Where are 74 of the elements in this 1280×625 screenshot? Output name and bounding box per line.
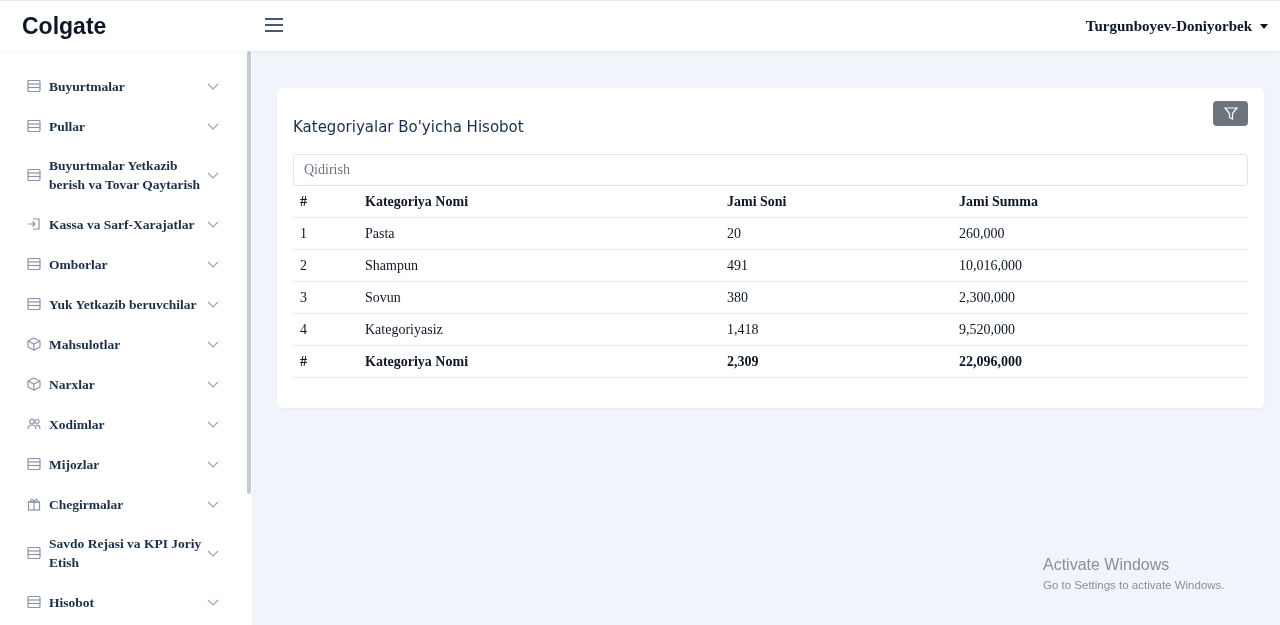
box-icon <box>27 377 41 391</box>
table-cell: Pasta <box>358 217 720 250</box>
sidebar-item[interactable]: Yuk Yetkazib beruvchilar <box>49 294 203 314</box>
box-icon <box>27 337 41 351</box>
sidebar-item[interactable]: Buyurtmalar Yetkazib berish va Tovar Qaytarish <box>49 156 203 194</box>
chevron-icon[interactable] <box>207 171 219 179</box>
table-cell: Kategoriyasiz <box>358 313 720 346</box>
list-icon <box>27 546 41 560</box>
total-cell: 2,309 <box>720 345 952 378</box>
menu-icon[interactable] <box>263 17 285 35</box>
table-cell: 1,418 <box>720 313 952 346</box>
table-cell: 2,300,000 <box>952 281 1248 314</box>
sidebar-item[interactable]: Kassa va Sarf-Xarajatlar <box>49 214 203 234</box>
column-header: Jami Summa <box>952 186 1248 218</box>
table-cell: 2 <box>293 249 358 282</box>
sidebar-item[interactable]: Omborlar <box>49 254 203 274</box>
chevron-icon[interactable] <box>207 82 219 90</box>
table-cell: 1 <box>293 217 358 250</box>
list-icon <box>27 168 41 182</box>
column-header: Kategoriya Nomi <box>358 186 720 218</box>
table-cell: 9,520,000 <box>952 313 1248 346</box>
sidebar-item[interactable]: Savdo Rejasi va KPI Joriy Etish <box>49 534 203 572</box>
chevron-icon[interactable] <box>207 340 219 348</box>
table-cell: 3 <box>293 281 358 314</box>
chevron-icon[interactable] <box>207 420 219 428</box>
gift-icon <box>27 497 41 511</box>
caret-icon <box>1260 23 1268 29</box>
filter-icon <box>1223 107 1238 120</box>
list-icon <box>27 257 41 271</box>
sidebar-item[interactable]: Narxlar <box>49 374 203 394</box>
total-cell: 22,096,000 <box>952 345 1248 378</box>
list-icon <box>27 79 41 93</box>
brand-logo: Colgate <box>22 12 108 40</box>
users-icon <box>27 417 41 431</box>
table-cell: 260,000 <box>952 217 1248 250</box>
filter-button[interactable] <box>1213 101 1248 126</box>
activation-hint: Go to Settings to activate Windows. <box>1043 579 1225 591</box>
chevron-icon[interactable] <box>207 549 219 557</box>
sidebar-item[interactable]: Hisobot <box>49 592 203 612</box>
table-cell: 10,016,000 <box>952 249 1248 282</box>
sidebar-item[interactable]: Mijozlar <box>49 454 203 474</box>
search-field[interactable]: Qidirish <box>293 154 1248 186</box>
list-icon <box>27 457 41 471</box>
table-cell: Sovun <box>358 281 720 314</box>
column-header: Jami Soni <box>720 186 952 218</box>
chevron-icon[interactable] <box>207 122 219 130</box>
chevron-icon[interactable] <box>207 500 219 508</box>
table-cell: 380 <box>720 281 952 314</box>
sidebar-item[interactable]: Xodimlar <box>49 414 203 434</box>
table-cell: 491 <box>720 249 952 282</box>
sign-in-icon <box>27 217 41 231</box>
list-icon <box>27 297 41 311</box>
table-cell: 20 <box>720 217 952 250</box>
table-cell: Shampun <box>358 249 720 282</box>
chevron-icon[interactable] <box>207 220 219 228</box>
chevron-icon[interactable] <box>207 300 219 308</box>
chevron-icon[interactable] <box>207 380 219 388</box>
total-cell: Kategoriya Nomi <box>358 345 720 378</box>
scrollbar[interactable] <box>247 51 251 494</box>
activation-title: Activate Windows <box>1043 556 1171 574</box>
chevron-icon[interactable] <box>207 460 219 468</box>
sidebar-item[interactable]: Chegirmalar <box>49 494 203 514</box>
sidebar-item[interactable]: Buyurtmalar <box>49 76 203 96</box>
table-cell: 4 <box>293 313 358 346</box>
chevron-icon[interactable] <box>207 598 219 606</box>
total-cell: # <box>293 345 358 378</box>
sidebar-item[interactable]: Pullar <box>49 116 203 136</box>
column-header: # <box>293 186 358 218</box>
user-menu[interactable]: Turgunboyev-Doniyorbek <box>1085 17 1268 35</box>
sidebar-item[interactable]: Mahsulotlar <box>49 334 203 354</box>
list-icon <box>27 595 41 609</box>
card-title: Kategoriyalar Bo'yicha Hisobot <box>293 118 524 136</box>
chevron-icon[interactable] <box>207 260 219 268</box>
list-icon <box>27 119 41 133</box>
